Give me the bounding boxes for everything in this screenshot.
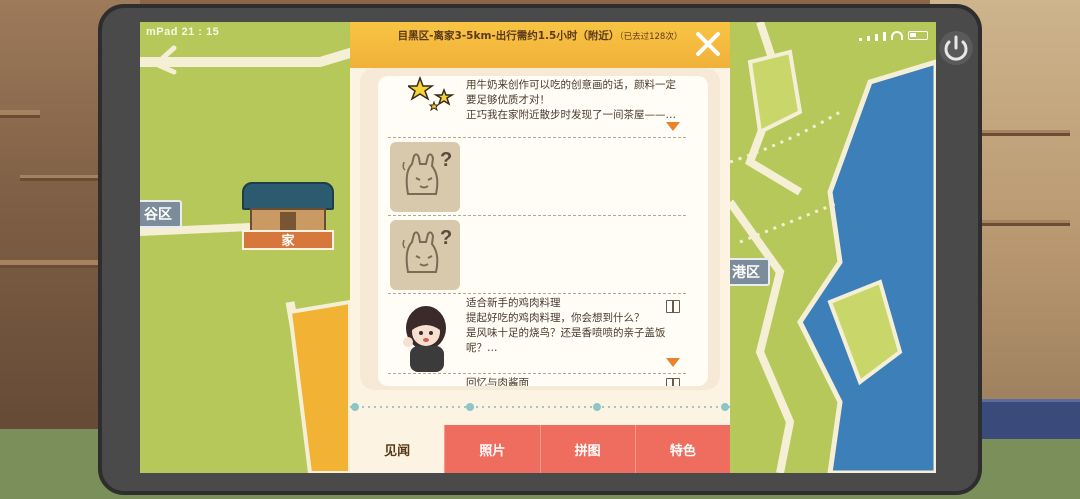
- entry-text: 适合新手的鸡肉料理 提起好吃的鸡肉料理，你会想到什么？ 是风味十足的烧鸟？还是香…: [466, 296, 678, 356]
- panel-header-text: 目黑区-离家3-5km-出行需约1.5小时（附近）（已去过128次）: [350, 28, 730, 43]
- area-label-left[interactable]: 谷区: [140, 200, 182, 228]
- list-item[interactable]: 适合新手的鸡肉料理 提起好吃的鸡肉料理，你会想到什么？ 是风味十足的烧鸟？还是香…: [388, 294, 686, 374]
- panel-header: 目黑区-离家3-5km-出行需约1.5小时（附近）（已去过128次）: [350, 22, 730, 68]
- wifi-icon: [891, 31, 903, 40]
- entry-text: 回忆与肉酱面: [466, 376, 678, 386]
- entry-title: 回忆与肉酱面: [466, 377, 529, 386]
- expand-arrow-icon[interactable]: [666, 122, 680, 131]
- tab-puzzle[interactable]: 拼图: [539, 425, 635, 473]
- home-label: 家: [242, 230, 334, 250]
- status-bar-icons: [858, 26, 928, 45]
- rabbit-question-icon: ?: [402, 227, 452, 273]
- svg-text:?: ?: [440, 227, 452, 249]
- status-bar-time: mPad 21 : 15: [146, 26, 220, 38]
- house-door: [280, 212, 296, 230]
- header-location: 目黑区-离家3-5km-出行需约1.5小时（附近）: [397, 30, 620, 42]
- kitchen-counter: [0, 260, 110, 268]
- entry-text: 用牛奶来创作可以吃的创意画的话，颜料一定 要足够优质才对！ 正巧我在家附近散步时…: [466, 78, 678, 123]
- entry-line: 是风味十足的烧鸟？还是香喷喷的亲子盖饭: [466, 327, 666, 339]
- home-marker[interactable]: 家: [242, 182, 334, 250]
- panel-tab-bar: 见闻 照片 拼图 特色: [350, 425, 730, 473]
- list-item[interactable]: 回忆与肉酱面: [388, 374, 686, 386]
- list-item-locked: ?: [388, 216, 686, 294]
- travel-info-panel: 目黑区-离家3-5km-出行需约1.5小时（附近）（已去过128次） 用牛奶来创…: [350, 22, 730, 473]
- signal-icon: [858, 26, 886, 45]
- tab-photos[interactable]: 照片: [444, 425, 540, 473]
- stars-icon: [408, 76, 455, 112]
- tab-jianwen[interactable]: 见闻: [350, 425, 445, 473]
- book-icon[interactable]: [666, 300, 680, 313]
- entry-line: 呢？…: [466, 342, 498, 354]
- entries-scroll-area[interactable]: 用牛奶来创作可以吃的创意画的话，颜料一定 要足够优质才对！ 正巧我在家附近散步时…: [360, 68, 720, 390]
- list-item-locked: ?: [388, 138, 686, 216]
- rabbit-question-icon: ?: [402, 149, 452, 195]
- girl-portrait-icon: [403, 306, 446, 372]
- entry-line: 要足够优质才对！: [466, 94, 550, 106]
- entry-line: 用牛奶来创作可以吃的创意画的话，颜料一定: [466, 79, 676, 91]
- book-icon[interactable]: [666, 378, 680, 386]
- entries-list: 用牛奶来创作可以吃的创意画的话，颜料一定 要足够优质才对！ 正巧我在家附近散步时…: [378, 76, 708, 386]
- kitchen-shelf: [20, 175, 100, 181]
- battery-icon: [908, 31, 928, 40]
- back-arrow-icon[interactable]: [146, 42, 182, 78]
- list-item[interactable]: 用牛奶来创作可以吃的创意画的话，颜料一定 要足够优质才对！ 正巧我在家附近散步时…: [388, 76, 686, 138]
- locked-thumbnail: ?: [390, 142, 460, 212]
- entry-line: 正巧我在家附近散步时发现了一间茶屋——…: [466, 109, 676, 121]
- locked-thumbnail: ?: [390, 220, 460, 290]
- page-indicator-dots: [350, 403, 730, 411]
- entry-title: 适合新手的鸡肉料理: [466, 297, 561, 309]
- svg-text:?: ?: [440, 149, 452, 171]
- entry-line: 提起好吃的鸡肉料理，你会想到什么？: [466, 312, 645, 324]
- expand-arrow-icon[interactable]: [666, 358, 680, 367]
- tab-features[interactable]: 特色: [634, 425, 730, 473]
- tablet-screen: mPad 21 : 15 谷区 港区 家 目黑区-离家3-5km-出行需约1.5…: [140, 22, 936, 473]
- kitchen-shelf: [0, 110, 40, 118]
- power-icon[interactable]: [938, 30, 974, 66]
- close-button[interactable]: [694, 30, 722, 58]
- header-visit-count: （已去过128次）: [619, 32, 683, 42]
- house-roof: [242, 182, 334, 210]
